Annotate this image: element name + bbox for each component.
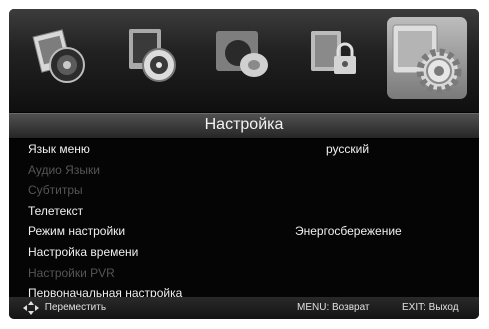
menu-item-label: Режим настройки	[28, 224, 126, 239]
menu-item-label: Настройки PVR	[28, 265, 115, 280]
video-media-icon[interactable]	[121, 23, 183, 91]
hint-bar: Переместить MENU: Возврат EXIT: Выход	[9, 297, 479, 319]
menu-item-subtitles: Субтитры	[9, 180, 479, 201]
menu-item-pvr-settings: Настройки PVR	[9, 263, 479, 284]
menu-item-language[interactable]: Язык меню русский	[9, 139, 479, 160]
navigation-arrows-icon	[23, 301, 39, 315]
move-hint: Переместить	[23, 297, 106, 319]
menu-item-label: Телетекст	[28, 203, 84, 218]
move-hint-label: Переместить	[44, 302, 107, 313]
menu-item-picture-mode[interactable]: Режим настройки Энергосбережение	[9, 221, 479, 242]
page-title: Настройка	[204, 116, 284, 133]
photo-media-icon[interactable]	[31, 23, 93, 91]
menu-icon-bar	[9, 9, 479, 112]
tv-osd-screen: Настройка Язык меню русский Аудио Языки …	[9, 9, 479, 319]
menu-back-hint: MENU: Возврат	[297, 302, 370, 313]
exit-hint: EXIT: Выход	[402, 302, 459, 313]
settings-menu-list: Язык меню русский Аудио Языки Субтитры Т…	[9, 139, 479, 304]
menu-item-label: Язык меню	[28, 142, 90, 156]
menu-item-value: русский	[326, 142, 370, 156]
menu-item-teletext[interactable]: Телетекст	[9, 201, 479, 222]
menu-title-bar: Настройка	[9, 113, 479, 139]
menu-item-label: Субтитры	[28, 183, 83, 198]
menu-item-audio-languages: Аудио Языки	[9, 160, 479, 181]
menu-item-time-settings[interactable]: Настройка времени	[9, 242, 479, 263]
sound-icon[interactable]	[212, 23, 274, 91]
menu-item-label: Настройка времени	[28, 244, 139, 259]
menu-item-value: Энергосбережение	[295, 224, 402, 239]
settings-gear-icon[interactable]	[387, 17, 467, 99]
lock-icon[interactable]	[305, 23, 367, 91]
menu-item-label: Аудио Языки	[28, 162, 100, 177]
